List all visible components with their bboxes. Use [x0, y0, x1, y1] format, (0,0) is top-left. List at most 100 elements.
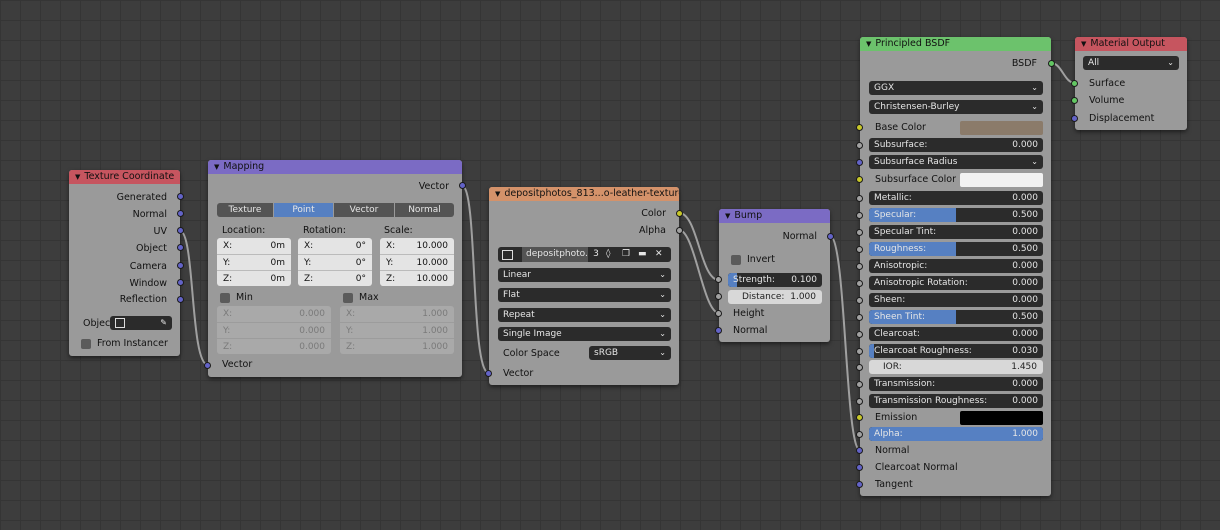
socket-vector-in[interactable]	[204, 362, 211, 369]
socket-surface-in[interactable]	[1071, 80, 1078, 87]
subsurface-color-swatch[interactable]	[960, 173, 1043, 187]
param-slider-6[interactable]: Anisotropic Rotation: 0.000	[869, 276, 1043, 290]
socket-normal-out[interactable]	[827, 233, 834, 240]
source-dropdown[interactable]: Single Image ⌄	[498, 327, 671, 341]
socket-vector-in[interactable]	[485, 370, 492, 377]
collapse-triangle-icon[interactable]: ▼	[495, 190, 500, 198]
param-slider-3[interactable]: Specular Tint: 0.000	[869, 225, 1043, 239]
shield-icon[interactable]: ◊	[606, 247, 610, 262]
distance-field[interactable]: Distance: 1.000	[728, 290, 822, 304]
collapse-triangle-icon[interactable]: ▼	[866, 40, 871, 48]
node-header[interactable]: ▼ Bump	[719, 209, 830, 223]
socket-param-5[interactable]	[856, 263, 863, 270]
socket-base-color[interactable]	[856, 124, 863, 131]
ior-field[interactable]: IOR: 1.450	[869, 360, 1043, 374]
image-icon[interactable]	[502, 250, 513, 260]
param-slider-10[interactable]: Clearcoat Roughness: 0.030	[869, 344, 1043, 358]
socket-generated[interactable]	[177, 193, 184, 200]
object-selector[interactable]: ✎	[110, 316, 172, 330]
socket-param-1[interactable]	[856, 195, 863, 202]
from-instancer-checkbox[interactable]	[81, 339, 91, 349]
socket-param-4[interactable]	[856, 246, 863, 253]
subsurface-method-dropdown[interactable]: Christensen-Burley ⌄	[869, 100, 1043, 114]
eyedropper-icon[interactable]: ✎	[160, 316, 167, 330]
image-name[interactable]: depositphoto...	[522, 247, 588, 262]
param-slider-8[interactable]: Sheen Tint: 0.500	[869, 310, 1043, 324]
node-header[interactable]: ▼ Material Output	[1075, 37, 1187, 51]
collapse-triangle-icon[interactable]: ▼	[725, 212, 730, 220]
mapping-node[interactable]: ▼ Mapping Vector Texture Point Vector Nor…	[204, 160, 466, 377]
socket-param-12[interactable]	[856, 398, 863, 405]
socket-strength-in[interactable]	[715, 276, 722, 283]
location-x[interactable]: X: 0m	[217, 238, 291, 254]
param-slider-12[interactable]: Transmission Roughness: 0.000	[869, 394, 1043, 408]
socket-param-7[interactable]	[856, 297, 863, 304]
type-texture[interactable]: Texture	[217, 203, 273, 217]
base-color-swatch[interactable]	[960, 121, 1043, 135]
param-slider-2[interactable]: Specular: 0.500	[869, 208, 1043, 222]
socket-uv[interactable]	[177, 227, 184, 234]
collapse-triangle-icon[interactable]: ▼	[1081, 40, 1086, 48]
invert-checkbox[interactable]	[731, 255, 741, 265]
socket-tangent-in[interactable]	[856, 481, 863, 488]
param-slider-0[interactable]: Subsurface: 0.000	[869, 138, 1043, 152]
socket-distance-in[interactable]	[715, 293, 722, 300]
bump-node[interactable]: ▼ Bump Normal Invert Strength: 0.100 Dista…	[715, 209, 834, 342]
scale-y[interactable]: Y: 10.000	[380, 254, 454, 270]
type-normal[interactable]: Normal	[395, 203, 454, 217]
socket-param-9[interactable]	[856, 331, 863, 338]
target-dropdown[interactable]: All ⌄	[1083, 56, 1179, 70]
node-header[interactable]: ▼ depositphotos_813...o-leather-texture.j…	[489, 187, 679, 201]
rotation-z[interactable]: Z: 0°	[298, 270, 372, 286]
socket-volume-in[interactable]	[1071, 97, 1078, 104]
socket-param-6[interactable]	[856, 280, 863, 287]
param-slider-4[interactable]: Roughness: 0.500	[869, 242, 1043, 256]
param-slider-5[interactable]: Anisotropic: 0.000	[869, 259, 1043, 273]
texture-coordinate-node[interactable]: ▼ Texture Coordinate Generated Normal UV …	[69, 170, 184, 356]
principled-bsdf-node[interactable]: ▼ Principled BSDF BSDF GGX ⌄ Christensen-B…	[856, 37, 1055, 496]
type-vector[interactable]: Vector	[334, 203, 394, 217]
location-y[interactable]: Y: 0m	[217, 254, 291, 270]
socket-ior[interactable]	[856, 364, 863, 371]
location-z[interactable]: Z: 0m	[217, 270, 291, 286]
socket-normal[interactable]	[177, 210, 184, 217]
node-header[interactable]: ▼ Mapping	[208, 160, 462, 174]
socket-height-in[interactable]	[715, 310, 722, 317]
socket-param-8[interactable]	[856, 314, 863, 321]
socket-vector-out[interactable]	[459, 182, 466, 189]
distribution-dropdown[interactable]: GGX ⌄	[869, 81, 1043, 95]
socket-object[interactable]	[177, 244, 184, 251]
param-slider-11[interactable]: Transmission: 0.000	[869, 377, 1043, 391]
socket-param-0[interactable]	[856, 142, 863, 149]
collapse-triangle-icon[interactable]: ▼	[75, 173, 80, 181]
socket-param-2[interactable]	[856, 212, 863, 219]
socket-bsdf-out[interactable]	[1048, 60, 1055, 67]
socket-normal-in[interactable]	[856, 447, 863, 454]
socket-subsurface-radius[interactable]	[856, 159, 863, 166]
socket-reflection[interactable]	[177, 296, 184, 303]
type-point[interactable]: Point	[274, 203, 333, 217]
node-header[interactable]: ▼ Texture Coordinate	[69, 170, 180, 184]
subsurface-radius-dropdown[interactable]: Subsurface Radius ⌄	[869, 155, 1043, 169]
interpolation-dropdown[interactable]: Linear ⌄	[498, 268, 671, 282]
socket-param-3[interactable]	[856, 229, 863, 236]
socket-window[interactable]	[177, 279, 184, 286]
emission-color-swatch[interactable]	[960, 411, 1043, 425]
socket-emission[interactable]	[856, 414, 863, 421]
folder-icon[interactable]: ▬	[638, 247, 647, 262]
param-slider-9[interactable]: Clearcoat: 0.000	[869, 327, 1043, 341]
max-checkbox[interactable]	[343, 293, 353, 303]
colorspace-dropdown[interactable]: sRGB ⌄	[589, 346, 671, 360]
rotation-x[interactable]: X: 0°	[298, 238, 372, 254]
duplicate-icon[interactable]: ❐	[622, 247, 630, 262]
socket-subsurface-color[interactable]	[856, 176, 863, 183]
socket-param-10[interactable]	[856, 348, 863, 355]
rotation-y[interactable]: Y: 0°	[298, 254, 372, 270]
socket-displacement-in[interactable]	[1071, 115, 1078, 122]
socket-alpha-out[interactable]	[676, 227, 683, 234]
param-slider-7[interactable]: Sheen: 0.000	[869, 293, 1043, 307]
param-slider-1[interactable]: Metallic: 0.000	[869, 191, 1043, 205]
socket-normal-in[interactable]	[715, 327, 722, 334]
user-count[interactable]: 3	[590, 247, 602, 262]
socket-param-11[interactable]	[856, 381, 863, 388]
